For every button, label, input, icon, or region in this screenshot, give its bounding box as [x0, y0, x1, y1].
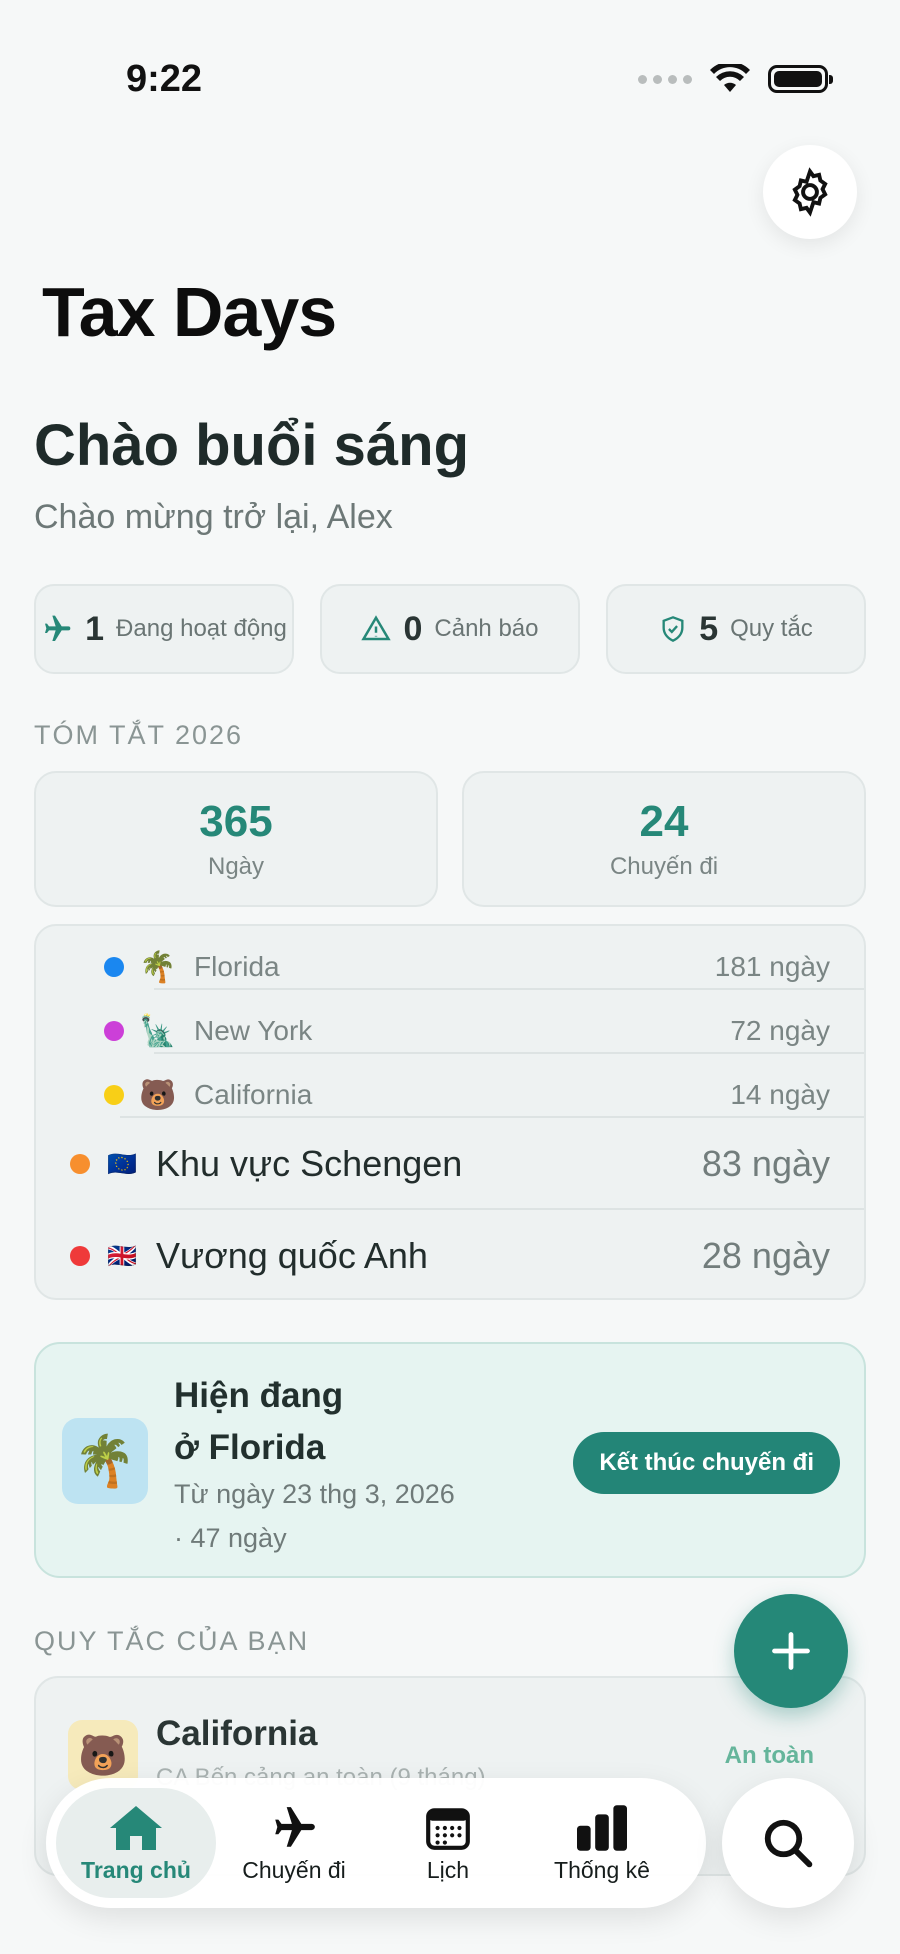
region-dot — [104, 1085, 124, 1105]
region-days: 28 ngày — [701, 1235, 830, 1276]
tab-label: Thống kê — [554, 1856, 650, 1883]
wifi-icon — [710, 64, 750, 92]
tab-trips[interactable]: Chuyến đi — [214, 1788, 374, 1898]
current-trip-since: Từ ngày 23 thg 3, 2026 — [174, 1479, 455, 1509]
tab-label: Lịch — [426, 1856, 470, 1883]
trips-value: 24 — [639, 797, 689, 846]
days-label: Ngày — [207, 853, 265, 880]
search-icon — [764, 1819, 813, 1868]
greeting-heading: Chào buổi sáng — [34, 413, 469, 478]
region-name: California — [194, 1079, 313, 1110]
palm-tree-icon: 🌴 — [139, 950, 177, 984]
settings-button[interactable] — [763, 145, 857, 239]
trips-stat-card[interactable]: 24 Chuyến đi — [462, 771, 866, 907]
current-trip-subtitle: Từ ngày 23 thg 3, 2026 · 47 ngày — [174, 1472, 455, 1560]
rules-chip[interactable]: 5 Quy tắc — [606, 584, 866, 674]
plus-icon — [772, 1632, 810, 1670]
end-trip-button[interactable]: Kết thúc chuyến đi — [573, 1432, 840, 1494]
current-trip-title-line1: Hiện đang — [174, 1376, 344, 1415]
region-days: 181 ngày — [714, 951, 830, 982]
gear-icon — [792, 167, 828, 217]
current-trip-title-line2: ở Florida — [174, 1428, 326, 1467]
active-trips-chip[interactable]: 1 Đang hoạt động — [34, 584, 294, 674]
region-name: Florida — [194, 951, 280, 982]
status-indicators — [638, 64, 833, 94]
home-icon — [110, 1805, 162, 1850]
days-value: 365 — [199, 797, 273, 846]
tab-home[interactable]: Trang chủ — [56, 1788, 216, 1898]
region-dot — [70, 1246, 90, 1266]
warning-icon — [361, 615, 392, 641]
current-trip-title: Hiện đang ở Florida — [174, 1370, 343, 1474]
warnings-chip[interactable]: 0 Cảnh báo — [320, 584, 580, 674]
current-trip-card[interactable]: 🌴 Hiện đang ở Florida Từ ngày 23 thg 3, … — [34, 1342, 866, 1578]
region-row-schengen[interactable]: 🇪🇺 Khu vực Schengen 83 ngày — [36, 1124, 864, 1204]
region-days: 83 ngày — [701, 1143, 830, 1184]
battery-icon — [768, 65, 833, 93]
warnings-label: Cảnh báo — [434, 615, 539, 642]
rules-label: Quy tắc — [730, 615, 813, 642]
rule-status-badge: An toàn — [724, 1742, 814, 1769]
active-count: 1 — [85, 609, 105, 648]
warnings-count: 0 — [403, 609, 423, 648]
regions-list: 🌴 Florida 181 ngày 🗽 New York 72 ngày 🐻 … — [34, 924, 866, 1300]
bar-chart-icon — [577, 1804, 627, 1851]
region-dot — [104, 957, 124, 977]
region-dot — [104, 1021, 124, 1041]
tab-calendar[interactable]: Lịch — [368, 1788, 528, 1898]
statue-of-liberty-icon: 🗽 — [139, 1014, 177, 1048]
airplane-icon — [275, 1806, 315, 1847]
eu-flag-icon: 🇪🇺 — [107, 1150, 137, 1178]
airplane-icon — [45, 615, 71, 641]
bear-icon: 🐻 — [139, 1078, 177, 1112]
calendar-icon — [426, 1807, 470, 1850]
active-label: Đang hoạt động — [116, 615, 287, 642]
rules-section-title: QUY TẮC CỦA BẠN — [34, 1626, 310, 1656]
region-days: 14 ngày — [730, 1079, 830, 1110]
welcome-text: Chào mừng trở lại, Alex — [34, 498, 393, 536]
rule-name: California — [156, 1714, 318, 1753]
region-name: Khu vực Schengen — [156, 1143, 463, 1184]
rules-count: 5 — [699, 609, 719, 648]
region-days: 72 ngày — [730, 1015, 830, 1046]
current-trip-duration: · 47 ngày — [174, 1523, 287, 1553]
status-time: 9:22 — [126, 58, 203, 100]
region-row-uk[interactable]: 🇬🇧 Vương quốc Anh 28 ngày — [36, 1216, 864, 1296]
search-button[interactable] — [722, 1778, 854, 1908]
days-stat-card[interactable]: 365 Ngày — [34, 771, 438, 907]
region-name: Vương quốc Anh — [156, 1235, 428, 1276]
signal-dots-icon — [638, 74, 692, 84]
trips-label: Chuyến đi — [609, 853, 719, 880]
summary-section-title: TÓM TẮT 2026 — [34, 720, 244, 750]
tab-label: Chuyến đi — [242, 1856, 346, 1883]
region-dot — [70, 1154, 90, 1174]
app-title: Tax Days — [42, 273, 337, 351]
tab-bar: Trang chủ Chuyến đi Lịch Thống kê — [46, 1778, 706, 1908]
uk-flag-icon: 🇬🇧 — [107, 1242, 137, 1270]
tab-label: Trang chủ — [81, 1856, 191, 1883]
region-name: New York — [194, 1015, 313, 1046]
palm-tree-icon: 🌴 — [62, 1418, 148, 1504]
add-button[interactable] — [734, 1594, 848, 1708]
shield-icon — [662, 616, 684, 642]
tab-stats[interactable]: Thống kê — [522, 1788, 682, 1898]
